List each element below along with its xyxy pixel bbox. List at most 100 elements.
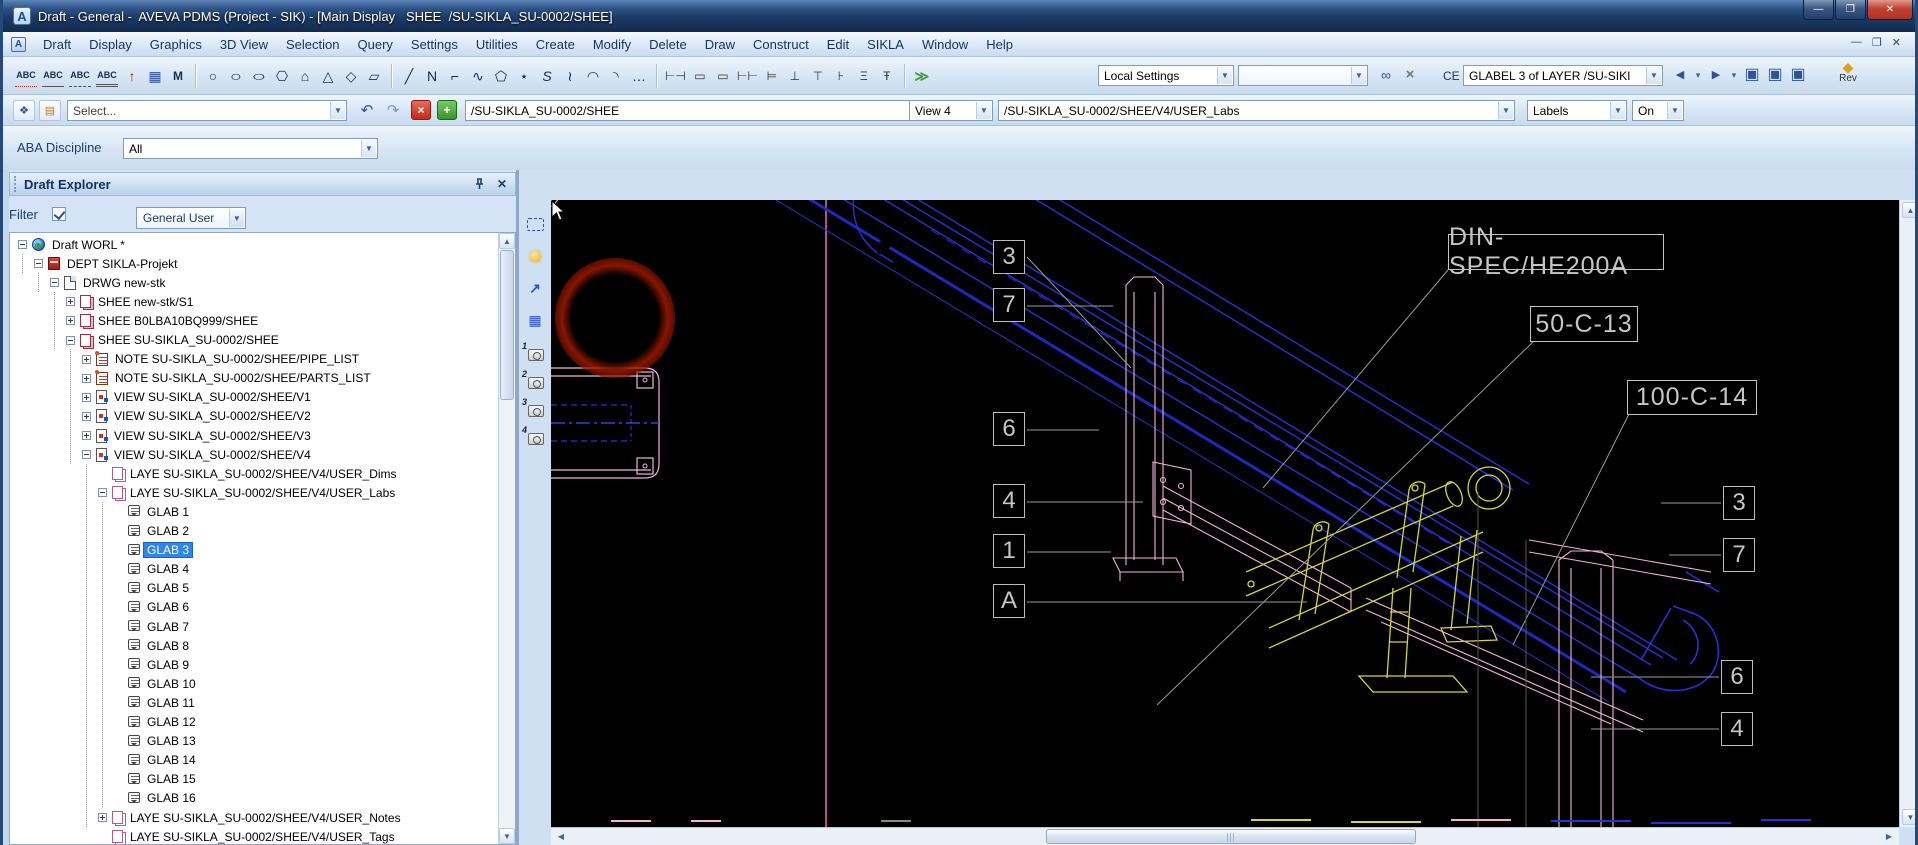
h-dim-icon[interactable]: ⊢⊣ (665, 65, 686, 87)
label-din-spec[interactable]: DIN-SPEC/HE200A (1448, 223, 1664, 280)
menu-item-window[interactable]: Window (913, 35, 977, 54)
settings-value-combo[interactable]: ▼ (1238, 65, 1368, 86)
expand-icon[interactable] (82, 411, 91, 421)
camera-2-icon[interactable]: 2 (522, 369, 546, 391)
chevron-down-icon[interactable]: ▼ (976, 102, 991, 119)
chevron-down-icon[interactable]: ▼ (1217, 67, 1232, 84)
delete-view-button[interactable]: × (411, 100, 431, 120)
pentagon-icon[interactable]: ⌂ (296, 65, 314, 87)
tree-item-glab-3[interactable]: GLAB 3 (114, 541, 194, 560)
tree-item-view-su-sikla-su-0002-shee-v3[interactable]: VIEW SU-SIKLA_SU-0002/SHEE/V3 (82, 426, 314, 445)
menu-item-display[interactable]: Display (80, 35, 141, 54)
menu-item-3d-view[interactable]: 3D View (211, 35, 277, 54)
select-view-icon[interactable] (525, 215, 545, 233)
menu-item-delete[interactable]: Delete (640, 35, 696, 54)
labels-combo[interactable]: Labels ▼ (1527, 100, 1627, 121)
scroll-right-icon[interactable]: ▶ (1881, 829, 1897, 845)
tree-item-label[interactable]: DEPT SIKLA-Projekt (64, 257, 180, 271)
menu-item-draw[interactable]: Draw (696, 35, 744, 54)
tree-item-note-su-sikla-su-0002-shee-parts-list[interactable]: NOTE SU-SIKLA_SU-0002/SHEE/PARTS_LIST (82, 369, 374, 388)
expand-icon[interactable] (82, 373, 91, 383)
menu-item-modify[interactable]: Modify (584, 35, 640, 54)
pin-icon[interactable] (474, 178, 485, 190)
line-icon[interactable]: ╱ (400, 65, 418, 87)
tree-item-label[interactable]: VIEW SU-SIKLA_SU-0002/SHEE/V4 (111, 448, 314, 462)
triangle-icon[interactable]: △ (319, 65, 337, 87)
callout-left-a[interactable]: A (993, 584, 1025, 618)
tree-item-label[interactable]: GLAB 11 (144, 696, 198, 710)
menu-item-query[interactable]: Query (349, 35, 402, 54)
mdi-restore-icon[interactable]: ❐ (1872, 36, 1882, 49)
expand-icon[interactable] (82, 392, 91, 402)
menu-item-draft[interactable]: Draft (34, 35, 80, 54)
camera-3-icon[interactable]: 3 (522, 397, 546, 419)
chevron-down-icon[interactable]: ▼ (1351, 67, 1366, 84)
tree-item-label[interactable]: GLAB 4 (144, 562, 192, 576)
window-tile-icon[interactable]: ▣ (1789, 64, 1807, 86)
chevron-down-icon[interactable]: ▼ (1498, 102, 1513, 119)
tree-item-label[interactable]: SHEE new-stk/S1 (95, 295, 196, 309)
tree-item-glab-5[interactable]: GLAB 5 (114, 579, 192, 598)
tree-item-glab-1[interactable]: GLAB 1 (114, 502, 192, 521)
polygon-icon[interactable]: ⬠ (492, 65, 510, 87)
arc-icon[interactable]: ◠ (584, 65, 602, 87)
callout-right-6[interactable]: 6 (1721, 660, 1753, 694)
scroll-down-icon[interactable]: ▼ (499, 828, 515, 844)
callout-left-3[interactable]: 3 (993, 240, 1025, 274)
filter-combo[interactable]: General User ▼ (135, 207, 246, 229)
chevron-down-icon[interactable]: ▼ (1667, 102, 1682, 119)
callout-left-1[interactable]: 1 (993, 534, 1025, 568)
tree-item-label[interactable]: GLAB 10 (144, 677, 199, 691)
drawing-view[interactable]: 3 7 6 4 1 A 3 7 6 4 DIN-SPEC/HE200A 50-C-13 100-C… (551, 200, 1899, 827)
hatch-grid-icon[interactable]: ▦ (146, 65, 164, 87)
menu-item-create[interactable]: Create (527, 35, 584, 54)
close-button[interactable]: ✕ (1867, 0, 1913, 20)
abc-dashed-icon[interactable]: ABC (69, 65, 91, 87)
callout-right-7[interactable]: 7 (1723, 538, 1755, 572)
tree-item-label[interactable]: GLAB 16 (144, 791, 199, 805)
tree-item-label[interactable]: LAYE SU-SIKLA_SU-0002/SHEE/V4/USER_Notes (127, 811, 404, 825)
expand-icon[interactable] (66, 297, 75, 307)
minimize-button[interactable]: — (1803, 0, 1834, 20)
menu-item-edit[interactable]: Edit (818, 35, 858, 54)
canvas-h-thumb[interactable] (1046, 829, 1416, 844)
tree-item-shee-su-sikla-su-0002-shee[interactable]: SHEE SU-SIKLA_SU-0002/SHEE (66, 331, 282, 350)
expand-icon[interactable] (66, 316, 75, 326)
add-view-button[interactable]: + (437, 100, 457, 120)
expand-icon[interactable] (82, 354, 91, 364)
ellipsis-icon[interactable]: … (630, 65, 648, 87)
tree-item-glab-14[interactable]: GLAB 14 (114, 751, 199, 770)
filter-checkbox[interactable] (51, 207, 66, 221)
tree-item-drwg-new-stk[interactable]: DRWG new-stk (50, 273, 168, 292)
collapse-icon[interactable] (50, 278, 59, 288)
label-100-c-14[interactable]: 100-C-14 (1627, 380, 1757, 415)
menu-item-selection[interactable]: Selection (277, 35, 348, 54)
tree-item-glab-6[interactable]: GLAB 6 (114, 598, 192, 617)
chevron-down-icon[interactable]: ▼ (1646, 67, 1661, 84)
hexagon-icon[interactable]: ⎔ (273, 65, 291, 87)
shade-icon[interactable] (525, 247, 545, 265)
tree-item-dept-sikla-projekt[interactable]: DEPT SIKLA-Projekt (34, 254, 180, 273)
abc-solid-icon[interactable]: ABC (42, 65, 64, 87)
tree-item-label[interactable]: VIEW SU-SIKLA_SU-0002/SHEE/V3 (111, 429, 314, 443)
tree-item-glab-12[interactable]: GLAB 12 (114, 713, 199, 732)
tree-item-label[interactable]: GLAB 3 (142, 542, 194, 559)
scroll-up-icon[interactable]: ▲ (1902, 202, 1915, 218)
tree-item-glab-15[interactable]: GLAB 15 (114, 770, 199, 789)
wave-icon[interactable]: ≀ (561, 65, 579, 87)
mdi-app-icon[interactable]: A (11, 36, 26, 52)
sketch-line-icon[interactable]: ∿ (469, 65, 487, 87)
find-icon[interactable]: ∞ (1377, 64, 1395, 86)
maximize-button[interactable]: ❐ (1835, 0, 1866, 20)
tree-item-label[interactable]: GLAB 15 (144, 772, 199, 786)
chain-dim-icon[interactable]: ⊢⊢ (737, 65, 758, 87)
redo-icon[interactable]: ↷ (384, 100, 402, 122)
s-curve-icon[interactable]: S (538, 65, 556, 87)
tree-item-label[interactable]: GLAB 12 (144, 715, 199, 729)
tree-scrollbar[interactable]: ▲ ▼ (498, 233, 515, 844)
mdi-minimize-icon[interactable]: — (1851, 36, 1862, 49)
scroll-left-icon[interactable]: ◀ (553, 829, 569, 845)
scroll-up-icon[interactable]: ▲ (499, 233, 515, 249)
tree-item-label[interactable]: GLAB 6 (144, 600, 192, 614)
collapse-icon[interactable] (18, 240, 27, 249)
